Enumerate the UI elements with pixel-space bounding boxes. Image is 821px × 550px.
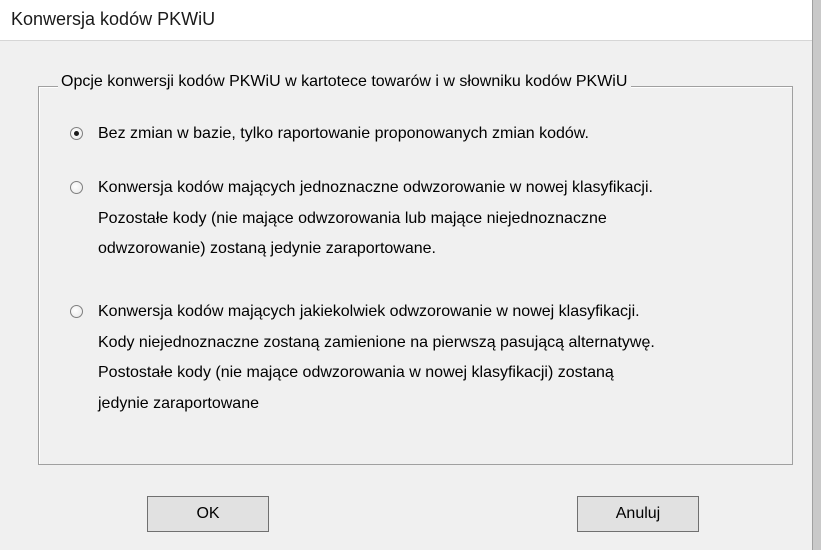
window-title: Konwersja kodów PKWiU	[11, 9, 216, 29]
option-unambiguous-line: Konwersja kodów mających jednoznaczne od…	[98, 179, 653, 196]
window-right-border	[812, 0, 821, 550]
title-bar: Konwersja kodów PKWiU	[0, 0, 821, 41]
option-any-mapping-line: jedynie zaraportowane	[98, 394, 259, 412]
option-any-mapping-line: Postostałe kody (nie mające odwzorowania…	[98, 364, 614, 381]
option-no-changes-line: Bez zmian w bazie, tylko raportowanie pr…	[98, 125, 589, 142]
option-unambiguous-line: Pozostałe kody (nie mające odwzorowania …	[98, 209, 607, 227]
ok-button[interactable]: OK	[147, 496, 269, 532]
option-unambiguous-line: odwzorowanie) zostaną jedynie zaraportow…	[98, 240, 436, 257]
option-unambiguous-radio[interactable]	[70, 181, 83, 194]
cancel-button[interactable]: Anuluj	[577, 496, 699, 532]
groupbox-label: Opcje konwersji kodów PKWiU w kartotece …	[58, 73, 632, 91]
option-any-mapping-radio[interactable]	[70, 305, 83, 318]
option-any-mapping-line: Kody niejednoznaczne zostaną zamienione …	[98, 333, 655, 351]
option-no-changes-radio[interactable]	[70, 127, 83, 140]
option-any-mapping-line: Konwersja kodów mających jakiekolwiek od…	[98, 303, 640, 320]
